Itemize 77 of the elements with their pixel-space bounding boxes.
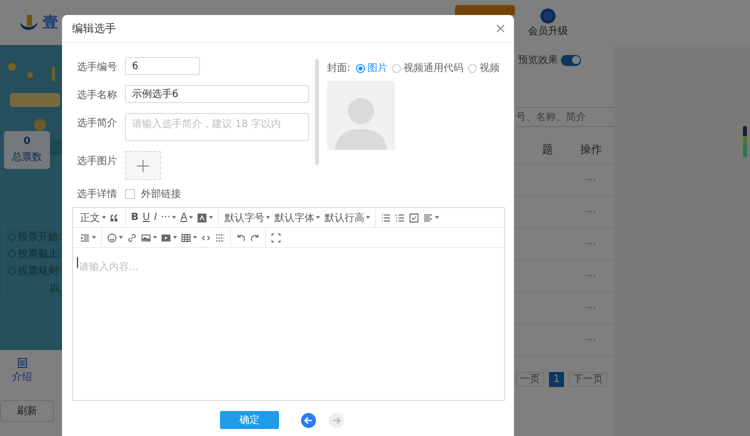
toolbar-button[interactable]: I [154,212,157,223]
search-field[interactable]: 号、名称、简介 [516,107,615,127]
intro-field[interactable]: 请输入选手简介，建议 18 字以内 [125,113,309,141]
checkbox-icon[interactable] [409,212,420,222]
clock-icon [8,250,16,258]
toolbar-button[interactable]: 正文 [80,210,106,224]
rich-text-editor[interactable]: 正文 B U I ··· A 默认字号 默认字体 默认行高 请输入内容... [72,207,505,401]
toolbar-button[interactable]: 默认行高 [324,210,370,224]
more-actions[interactable]: ··· [567,271,615,282]
logo-text: 壹 [43,13,58,32]
dialog-title: 编辑选手 [72,21,116,36]
radio-label[interactable]: 视频通用代码 [403,61,464,75]
table-icon[interactable] [181,232,197,242]
plus-icon [137,160,149,172]
checkbox-label[interactable]: 外部链接 [141,187,181,201]
more-actions[interactable]: ··· [567,239,615,250]
field-label: 选手详情 [77,188,118,201]
toolbar-button[interactable]: A [180,212,194,223]
field-label: 选手编号 [77,60,118,74]
bullet-list-icon[interactable] [381,212,392,222]
more-actions[interactable]: ··· [567,207,615,218]
radio-label[interactable]: 图片 [367,61,388,75]
field-label: 选手名称 [77,88,118,102]
more-actions[interactable]: ··· [567,303,615,314]
field-label: 封面: [327,62,350,75]
editor-placeholder: 请输入内容... [79,260,139,274]
smiley-icon[interactable] [107,232,123,242]
image-icon[interactable] [141,232,157,242]
avatar-placeholder-icon [327,81,395,150]
clock-icon [8,267,16,275]
link-icon[interactable] [127,232,137,242]
more-actions[interactable]: ··· [567,335,615,346]
column-header: 操作 [579,142,603,156]
preview-toggle[interactable] [561,54,581,66]
align-icon[interactable] [423,212,440,222]
vip-badge-icon[interactable] [540,8,556,24]
field-label: 选手图片 [77,154,118,168]
stat-value: 0 [24,136,30,147]
radio-button[interactable] [356,64,366,72]
toolbar-button[interactable]: B [131,212,139,223]
name-field[interactable]: 示例选手6 [125,85,309,103]
column-header: 题 [541,142,553,156]
more-actions[interactable]: ··· [567,175,615,186]
page-button[interactable]: 1 [549,372,564,387]
close-icon[interactable] [496,24,505,33]
stat-label: 总票数 [12,150,42,164]
preview-label: 预览效果 [518,54,558,67]
upload-button[interactable] [125,151,161,180]
number-field[interactable]: 6 [125,57,200,75]
toolbar-button[interactable]: U [142,212,150,223]
checkbox[interactable] [125,189,135,199]
video-icon[interactable] [161,232,177,242]
radio-label[interactable]: 视频 [479,61,500,75]
field-label: 选手简介 [77,116,118,130]
redo-icon[interactable] [250,232,260,242]
indent-icon[interactable] [80,232,96,242]
undo-icon[interactable] [236,232,246,242]
document-icon[interactable] [18,358,26,368]
toolbar-button[interactable]: 默认字体 [274,210,320,224]
refresh-button[interactable]: 刷新 [0,400,54,422]
radio-button[interactable] [392,64,402,72]
fullscreen-icon[interactable] [271,232,281,242]
logo-icon [18,12,40,32]
numbered-list-icon[interactable] [395,212,406,222]
highlight-icon[interactable] [197,212,214,222]
toolbar-button[interactable]: 默认字号 [224,210,270,224]
quote-icon[interactable] [110,212,120,222]
toolbar-button[interactable]: ··· [160,212,176,223]
code-icon[interactable] [201,232,211,242]
clock-icon [8,233,16,241]
vip-label[interactable]: 会员升级 [528,24,568,38]
lines-icon[interactable] [215,232,225,242]
next-page-button[interactable]: 下一页 [569,372,607,387]
radio-button[interactable] [468,64,478,72]
tab-item[interactable]: 介绍 [12,358,32,390]
prev-page-button[interactable]: 一页 [516,372,544,387]
confirm-button[interactable]: 确定 [220,411,279,429]
